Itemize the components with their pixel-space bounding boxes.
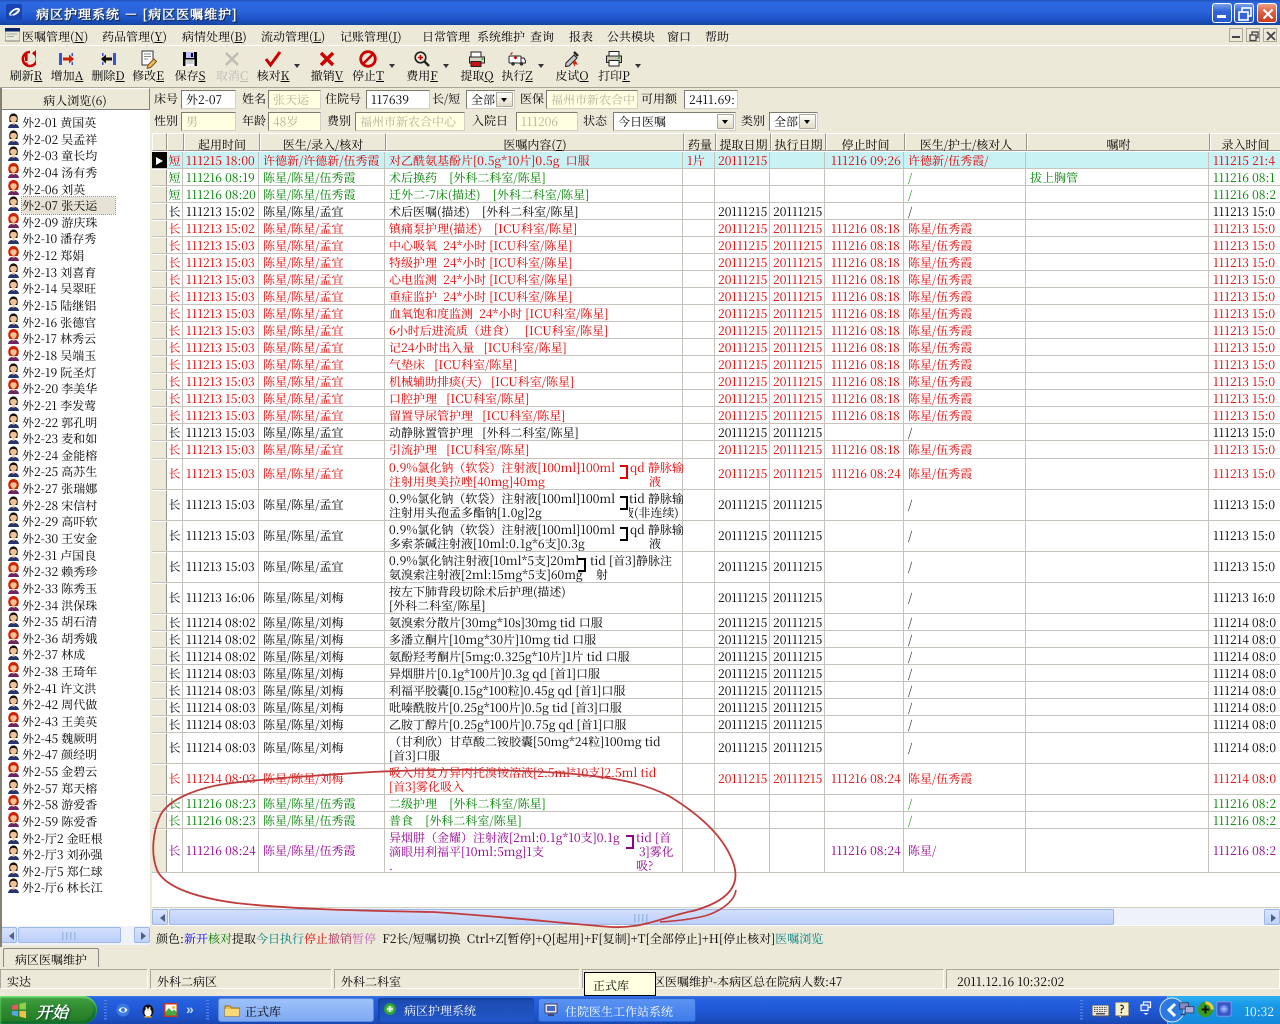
svg-text:?: ? (1120, 1002, 1125, 1017)
